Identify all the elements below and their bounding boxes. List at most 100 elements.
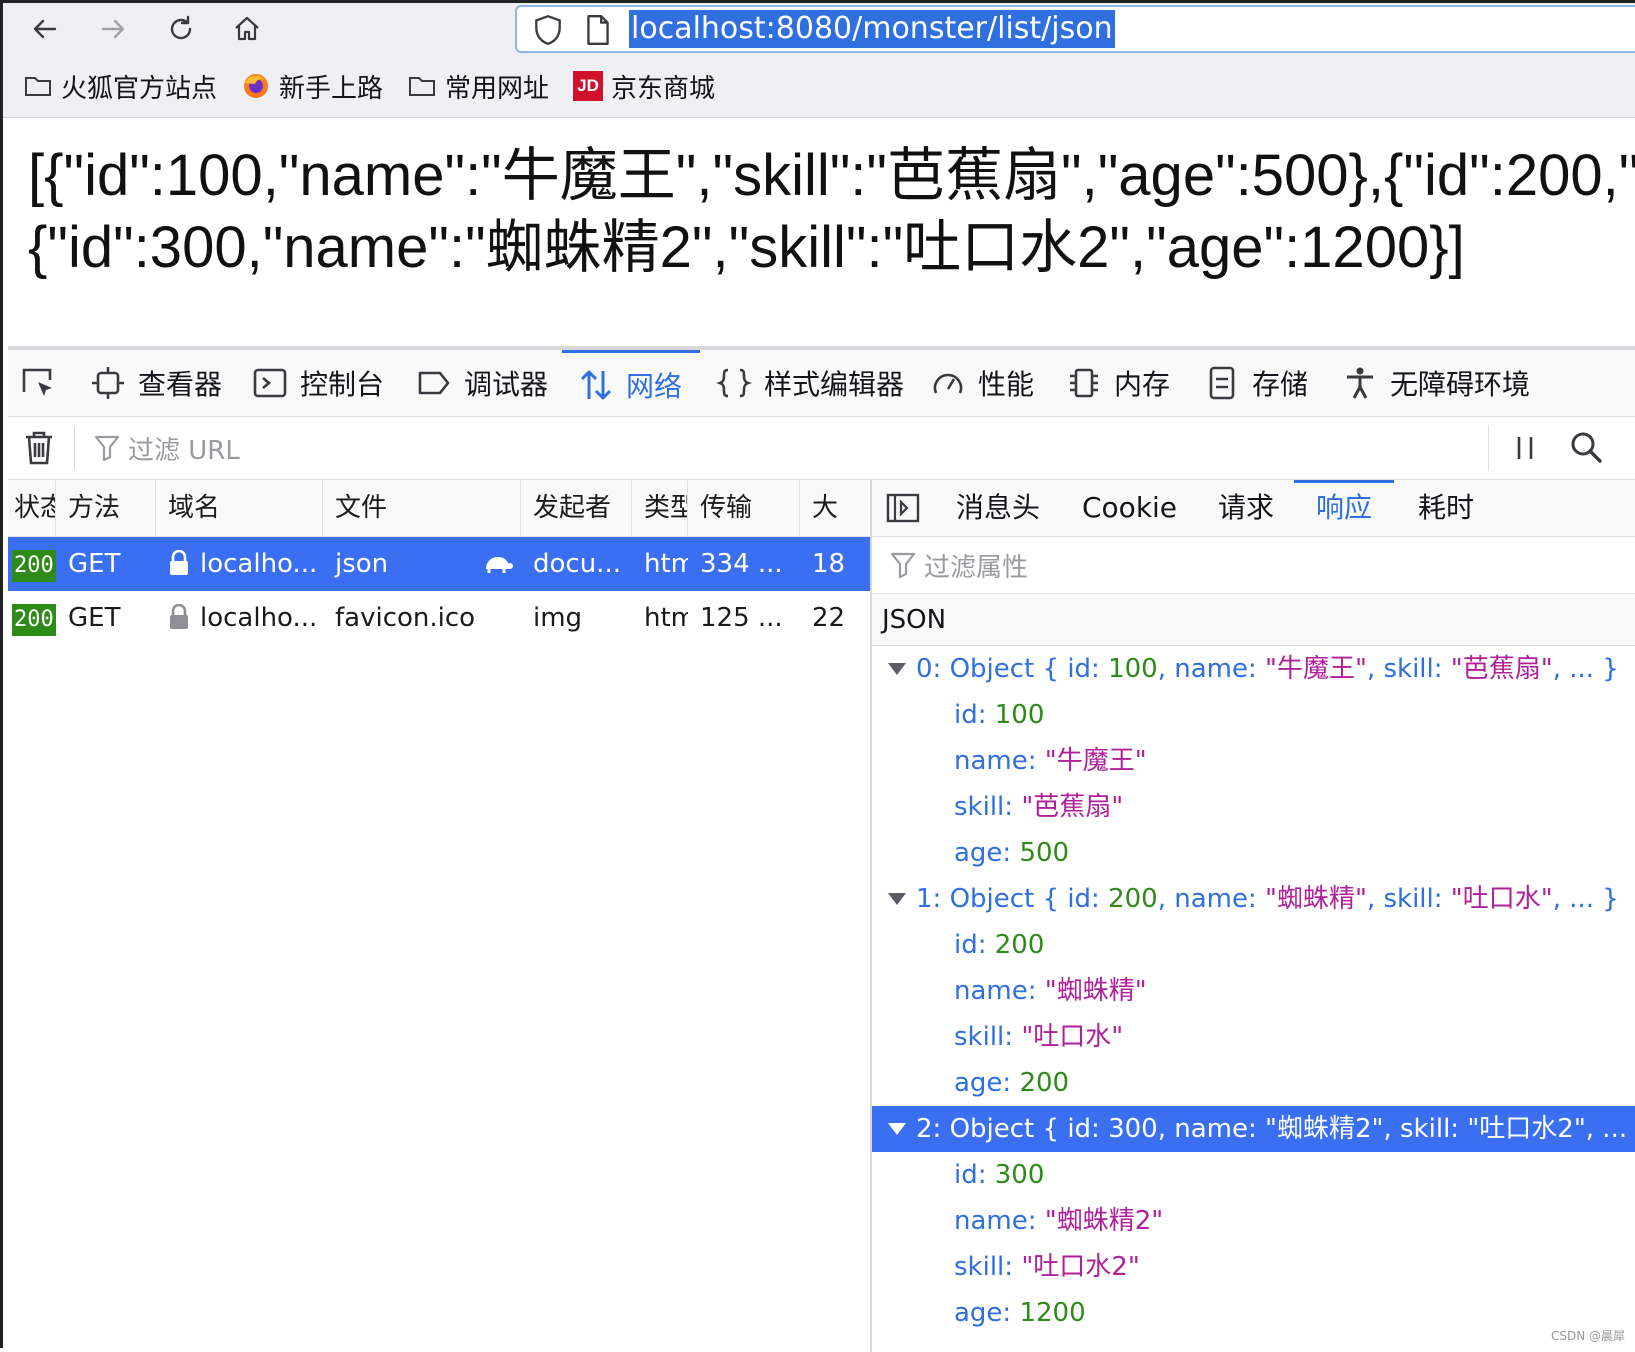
tree-property-row: skill: "吐口水" [872,1014,1635,1060]
pause-icon[interactable] [1508,431,1542,465]
expand-arrow-icon[interactable] [888,893,906,905]
bookmark-item[interactable]: 常用网址 [407,68,549,105]
request-row[interactable]: 200 GET localho... json docu... htm 334 … [8,537,870,591]
tab-response[interactable]: 响应 [1294,480,1394,536]
method-cell: GET [68,603,121,633]
object-id-value: 300 [1108,1114,1158,1144]
home-icon[interactable] [225,8,269,50]
page-info-icon[interactable] [583,13,613,47]
tab-label: 调试器 [464,368,549,401]
tree-property-row: age: 200 [872,1060,1635,1106]
request-row[interactable]: 200 GET localho... favicon.ico img htm 1… [8,591,870,645]
expand-arrow-icon[interactable] [888,663,906,675]
summary-name-value: "蜘蛛精2" [1265,1114,1384,1144]
tab-cookie[interactable]: Cookie [1082,480,1177,536]
tree-property-row: id: 100 [872,692,1635,738]
property-value: "牛魔王" [1044,746,1147,776]
filter-icon [890,552,916,579]
property-value: "吐口水" [1021,1022,1124,1052]
property-value: 300 [994,1160,1045,1190]
sidebar-toggle-icon[interactable] [886,493,920,523]
json-line: [{"id":100,"name":"牛魔王","skill":"芭蕉扇","a… [28,143,1635,208]
reload-icon[interactable] [159,8,203,50]
tree-property-row: age: 500 [872,830,1635,876]
tab-accessibility[interactable]: 无障碍环境 [1342,350,1530,416]
trash-icon[interactable] [22,429,56,467]
tab-headers[interactable]: 消息头 [956,480,1040,536]
request-list-header: 状态 方法 域名 文件 发起者 类型 传输 大 [8,480,870,537]
property-key: id: [954,700,995,730]
property-value: 500 [1019,838,1070,868]
summary-skill-value: "吐口水" [1450,884,1553,914]
tab-console[interactable]: 控制台 [252,350,384,416]
tab-debugger[interactable]: 调试器 [416,350,548,416]
filter-url-input[interactable]: 过滤 URL [94,429,240,467]
inspector-icon [92,367,124,399]
property-key: name: [954,1206,1045,1236]
method-cell: GET [68,549,121,579]
property-value: "蜘蛛精2" [1044,1206,1164,1236]
domain-cell: localho... [156,591,323,645]
domain-text: localho... [200,549,318,579]
bookmark-item[interactable]: 新手上路 [241,68,383,105]
filter-properties-placeholder: 过滤属性 [924,552,1029,583]
property-value: "蜘蛛精" [1044,976,1147,1006]
tree-object-row[interactable]: 1: Object { id: 200, name: "蜘蛛精", skill:… [872,876,1635,922]
search-icon[interactable] [1568,429,1604,465]
column-header-file[interactable]: 文件 [323,480,521,536]
tree-object-row[interactable]: 0: Object { id: 100, name: "牛魔王", skill:… [872,646,1635,692]
forward-icon[interactable] [91,8,135,50]
tree-object-row-selected[interactable]: 2: Object { id: 300, name: "蜘蛛精2", skill… [872,1106,1635,1152]
column-header-initiator[interactable]: 发起者 [521,480,632,536]
debugger-icon [418,371,450,395]
url-bar[interactable]: localhost:8080/monster/list/json [515,5,1635,53]
domain-text: localho... [200,603,318,633]
size-cell: 18 [812,549,846,579]
tree-property-row: name: "蜘蛛精2" [872,1198,1635,1244]
tab-memory[interactable]: 内存 [1066,350,1170,416]
tab-inspector[interactable]: 查看器 [90,350,222,416]
column-header-domain[interactable]: 域名 [156,480,323,536]
filter-url-placeholder: 过滤 URL [128,435,240,466]
tree-property-row: name: "牛魔王" [872,738,1635,784]
file-cell: json [335,549,389,579]
property-value: "吐口水2" [1021,1252,1140,1282]
column-header-method[interactable]: 方法 [56,480,156,536]
summary-end: , ... } [1552,654,1619,684]
tab-performance[interactable]: 性能 [930,350,1034,416]
column-header-status[interactable]: 状态 [8,480,56,536]
filter-properties-input[interactable]: 过滤属性 [872,537,1635,594]
summary-label: , skill: [1383,1114,1468,1144]
tab-network[interactable]: 网络 [562,350,700,416]
back-icon[interactable] [23,8,67,50]
object-id-value: 100 [1108,654,1158,684]
watermark: CSDN @晨犀 [1550,1329,1625,1343]
summary-end: , ... } [1552,884,1619,914]
expand-arrow-icon[interactable] [888,1123,906,1135]
bookmark-label: 火狐官方站点 [61,73,218,104]
column-header-type[interactable]: 类型 [632,480,688,536]
bookmark-label: 新手上路 [279,73,384,104]
tracking-shield-icon[interactable] [531,13,565,47]
initiator-cell: docu... [533,549,621,579]
tree-property-row: id: 200 [872,922,1635,968]
jd-icon: JD [573,71,604,101]
object-summary: 2: Object { id: [916,1114,1109,1144]
bookmark-item[interactable]: 火狐官方站点 [23,68,217,105]
column-header-transferred[interactable]: 传输 [688,480,800,536]
summary-name-value: "蜘蛛精" [1265,884,1367,914]
tab-style-editor[interactable]: 样式编辑器 [716,350,904,416]
element-picker-icon[interactable] [16,362,60,406]
tab-label: 存储 [1252,368,1309,401]
column-header-size[interactable]: 大 [800,480,870,536]
url-text[interactable]: localhost:8080/monster/list/json [629,10,1115,48]
bookmark-label: 京东商城 [611,73,716,104]
tab-label: 网络 [626,369,683,403]
property-key: name: [954,976,1045,1006]
tab-request[interactable]: 请求 [1218,480,1274,536]
tab-storage[interactable]: 存储 [1204,350,1308,416]
tab-timings[interactable]: 耗时 [1418,480,1474,536]
bookmark-item[interactable]: JD 京东商城 [573,68,715,105]
tree-property-row: age: 1200 [872,1290,1635,1336]
tab-label: 内存 [1114,368,1171,401]
